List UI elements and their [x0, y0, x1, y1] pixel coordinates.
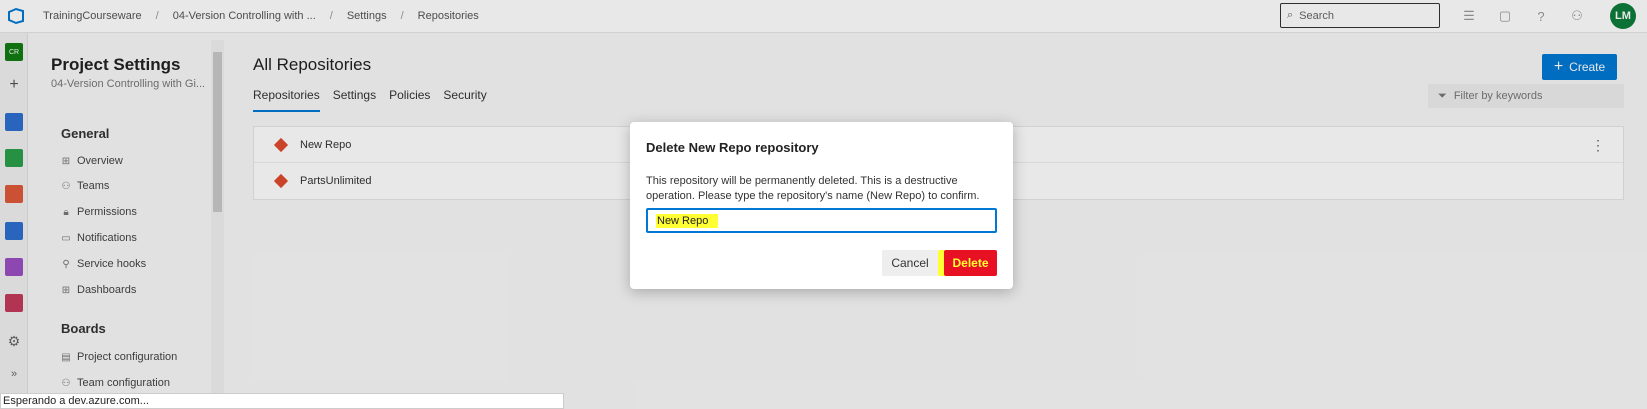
browser-status-bar: Esperando a dev.azure.com... — [0, 393, 564, 409]
delete-repository-dialog: Delete New Repo repository This reposito… — [630, 122, 1013, 289]
input-value: New Repo — [656, 213, 719, 228]
dialog-message: This repository will be permanently dele… — [646, 175, 980, 202]
delete-button[interactable]: Delete — [944, 250, 997, 276]
dialog-title: Delete New Repo repository — [646, 140, 819, 155]
repo-name-confirm-input[interactable]: New Repo — [646, 208, 997, 233]
cancel-button[interactable]: Cancel — [882, 250, 938, 276]
